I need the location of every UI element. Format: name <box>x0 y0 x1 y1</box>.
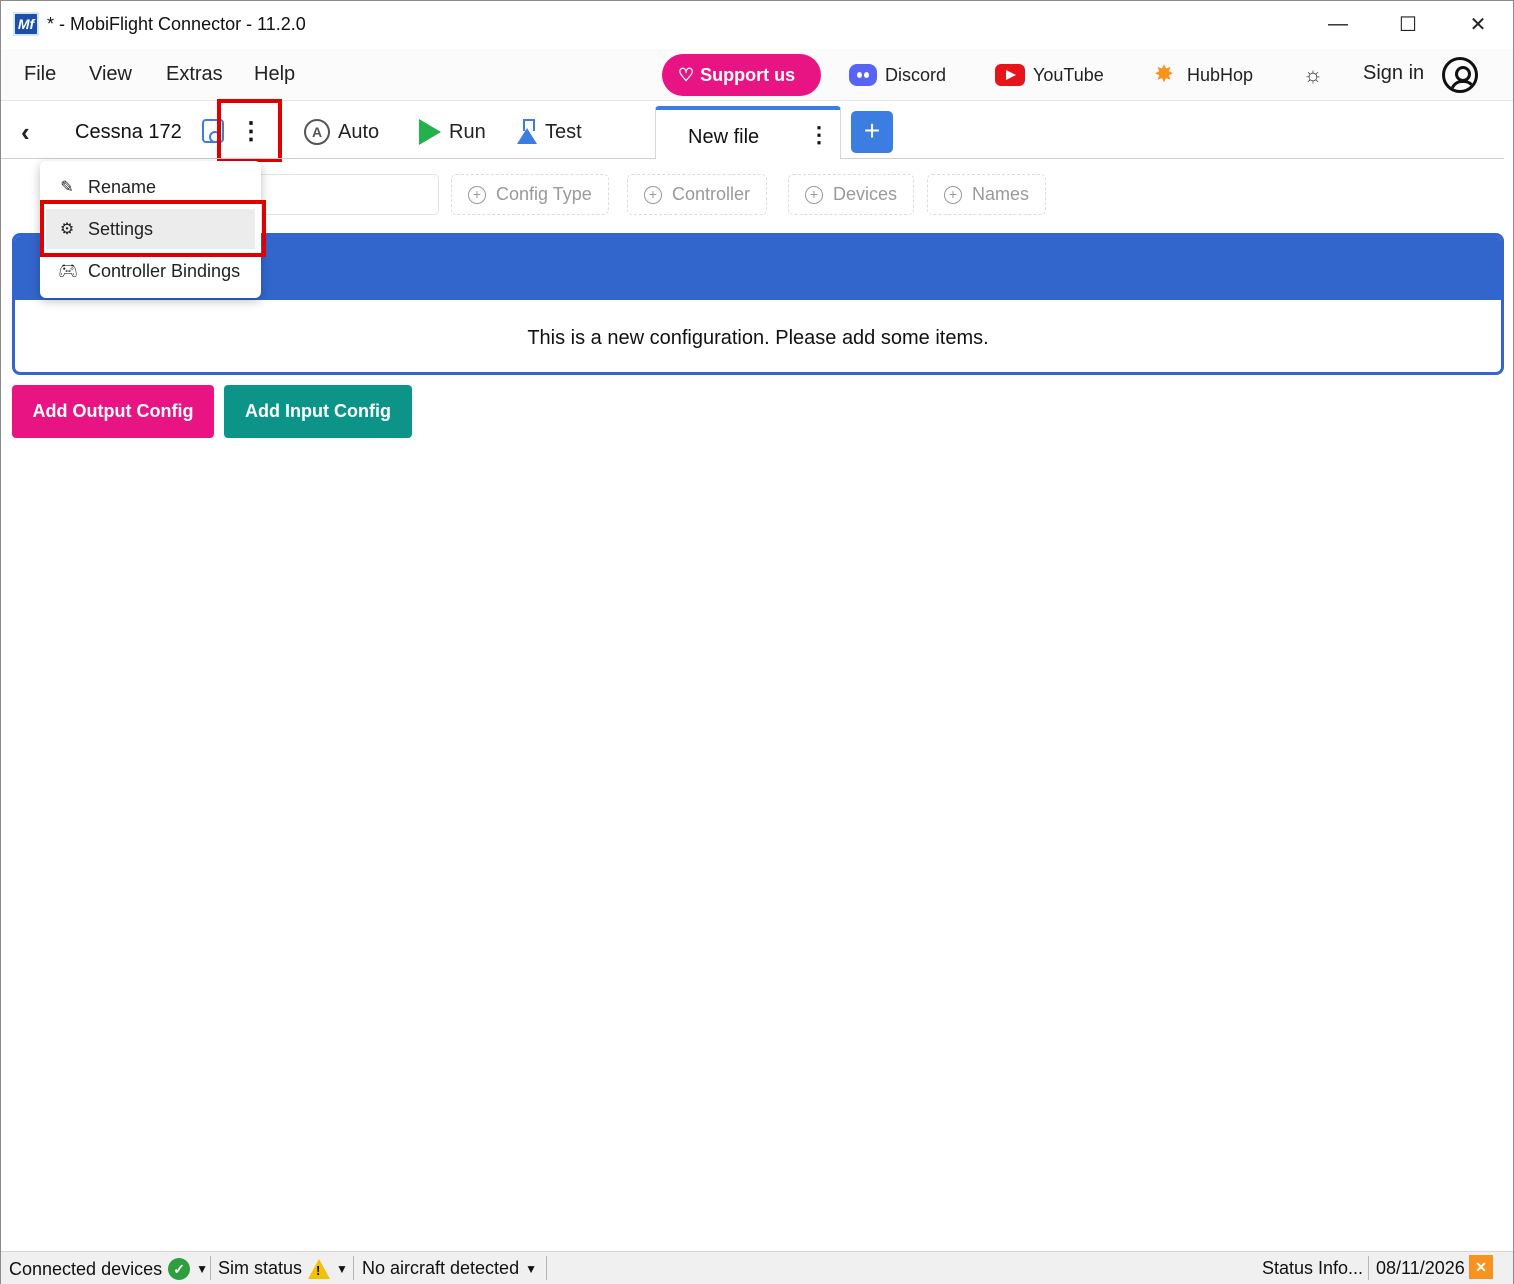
tab-label: New file <box>688 126 760 148</box>
connected-devices-label: Connected devices <box>9 1258 163 1279</box>
auto-run-icon: A <box>304 119 330 145</box>
add-tab-button[interactable]: + <box>851 111 893 153</box>
discord-icon <box>849 64 877 86</box>
chevron-down-icon: ▼ <box>196 1262 208 1276</box>
auto-button[interactable]: A Auto <box>304 119 379 145</box>
filter-label: Devices <box>833 184 898 204</box>
youtube-icon <box>995 64 1025 86</box>
user-account-icon[interactable] <box>1442 57 1478 93</box>
hubhop-icon: ✸ <box>1153 61 1175 88</box>
close-button[interactable]: ✕ <box>1443 1 1513 47</box>
tab-new-file[interactable]: New file ⋮ <box>655 106 841 159</box>
menu-extras[interactable]: Extras <box>166 63 223 86</box>
status-separator <box>1368 1256 1369 1280</box>
discord-label: Discord <box>885 64 947 85</box>
menu-view[interactable]: View <box>89 63 132 86</box>
add-output-config-button[interactable]: Add Output Config <box>12 385 214 438</box>
test-label: Test <box>545 120 582 143</box>
add-input-config-button[interactable]: Add Input Config <box>224 385 412 438</box>
plus-circle-icon: + <box>644 185 662 204</box>
youtube-label: YouTube <box>1033 64 1104 85</box>
hubhop-label: HubHop <box>1187 64 1254 85</box>
minimize-button[interactable]: — <box>1303 1 1373 47</box>
status-bar: Connected devices ✓ ▼ Sim status ▼ No ai… <box>1 1251 1513 1284</box>
youtube-link[interactable]: YouTube <box>995 61 1104 89</box>
status-separator <box>546 1256 547 1280</box>
highlight-box-settings <box>40 200 266 257</box>
project-name: Cessna 172 <box>75 121 182 143</box>
filter-controller[interactable]: + Controller <box>627 174 768 215</box>
filter-config-type[interactable]: + Config Type <box>451 174 609 215</box>
plus-circle-icon: + <box>468 185 486 204</box>
window-title: * - MobiFlight Connector - 11.2.0 <box>47 14 306 34</box>
auto-label: Auto <box>338 120 380 143</box>
empty-config-message: This is a new configuration. Please add … <box>527 327 989 349</box>
run-button[interactable]: Run <box>419 119 486 145</box>
mobiflight-status-icon: ✕ <box>1469 1255 1493 1279</box>
warning-icon <box>308 1258 331 1279</box>
sim-status[interactable]: Sim status ▼ <box>218 1258 348 1279</box>
discord-link[interactable]: Discord <box>849 61 946 89</box>
chevron-down-icon: ▼ <box>525 1261 537 1276</box>
plus-circle-icon: + <box>944 185 962 204</box>
test-button[interactable]: Test <box>517 119 582 145</box>
run-label: Run <box>449 120 486 143</box>
status-info[interactable]: Status Info... <box>1262 1258 1363 1279</box>
app-window: Mf * - MobiFlight Connector - 11.2.0 — ☐… <box>0 0 1514 1284</box>
aircraft-status[interactable]: No aircraft detected ▼ <box>362 1258 537 1279</box>
filter-devices[interactable]: + Devices <box>788 174 915 215</box>
date-label: 08/11/2026 <box>1376 1258 1465 1278</box>
theme-toggle-sun-icon[interactable]: ☼ <box>1299 61 1327 89</box>
back-button[interactable]: ‹ <box>21 117 30 148</box>
support-us-button[interactable]: ♡ Support us <box>662 54 821 96</box>
chevron-down-icon: ▼ <box>336 1261 348 1276</box>
maximize-button[interactable]: ☐ <box>1373 1 1443 47</box>
title-bar: Mf * - MobiFlight Connector - 11.2.0 — ☐… <box>1 1 1513 47</box>
status-date: 08/11/2026 <box>1376 1258 1465 1279</box>
status-separator <box>210 1256 211 1280</box>
flask-icon <box>517 119 537 145</box>
support-us-label: Support us <box>700 64 796 85</box>
play-icon <box>419 119 441 145</box>
filter-label: Names <box>972 184 1030 204</box>
filter-names[interactable]: + Names <box>927 174 1047 215</box>
tab-menu-button[interactable]: ⋮ <box>808 122 830 148</box>
hubhop-link[interactable]: ✸ HubHop <box>1149 61 1253 89</box>
sim-status-label: Sim status <box>218 1258 303 1278</box>
menu-file[interactable]: File <box>24 63 56 86</box>
pencil-icon: ✎ <box>60 179 74 196</box>
menu-help[interactable]: Help <box>254 63 295 86</box>
highlight-box-project-menu <box>217 99 282 162</box>
mobiflight-logo-icon: Mf <box>13 12 39 36</box>
plus-circle-icon: + <box>805 185 823 204</box>
aircraft-status-label: No aircraft detected <box>362 1258 520 1278</box>
menu-item-controller-bindings[interactable]: 🎮︎ Controller Bindings <box>40 251 261 291</box>
sign-in-link[interactable]: Sign in <box>1363 62 1424 85</box>
connected-devices-status[interactable]: Connected devices ✓ ▼ <box>9 1258 208 1280</box>
status-separator <box>353 1256 354 1280</box>
filter-label: Controller <box>672 184 751 204</box>
status-info-label: Status Info... <box>1262 1258 1364 1278</box>
check-circle-icon: ✓ <box>168 1258 191 1280</box>
filter-label: Config Type <box>496 184 592 204</box>
menu-item-label: Rename <box>88 176 157 197</box>
heart-icon: ♡ <box>678 64 695 85</box>
gamepad-icon: 🎮︎ <box>58 263 79 280</box>
menu-item-label: Controller Bindings <box>88 260 241 281</box>
